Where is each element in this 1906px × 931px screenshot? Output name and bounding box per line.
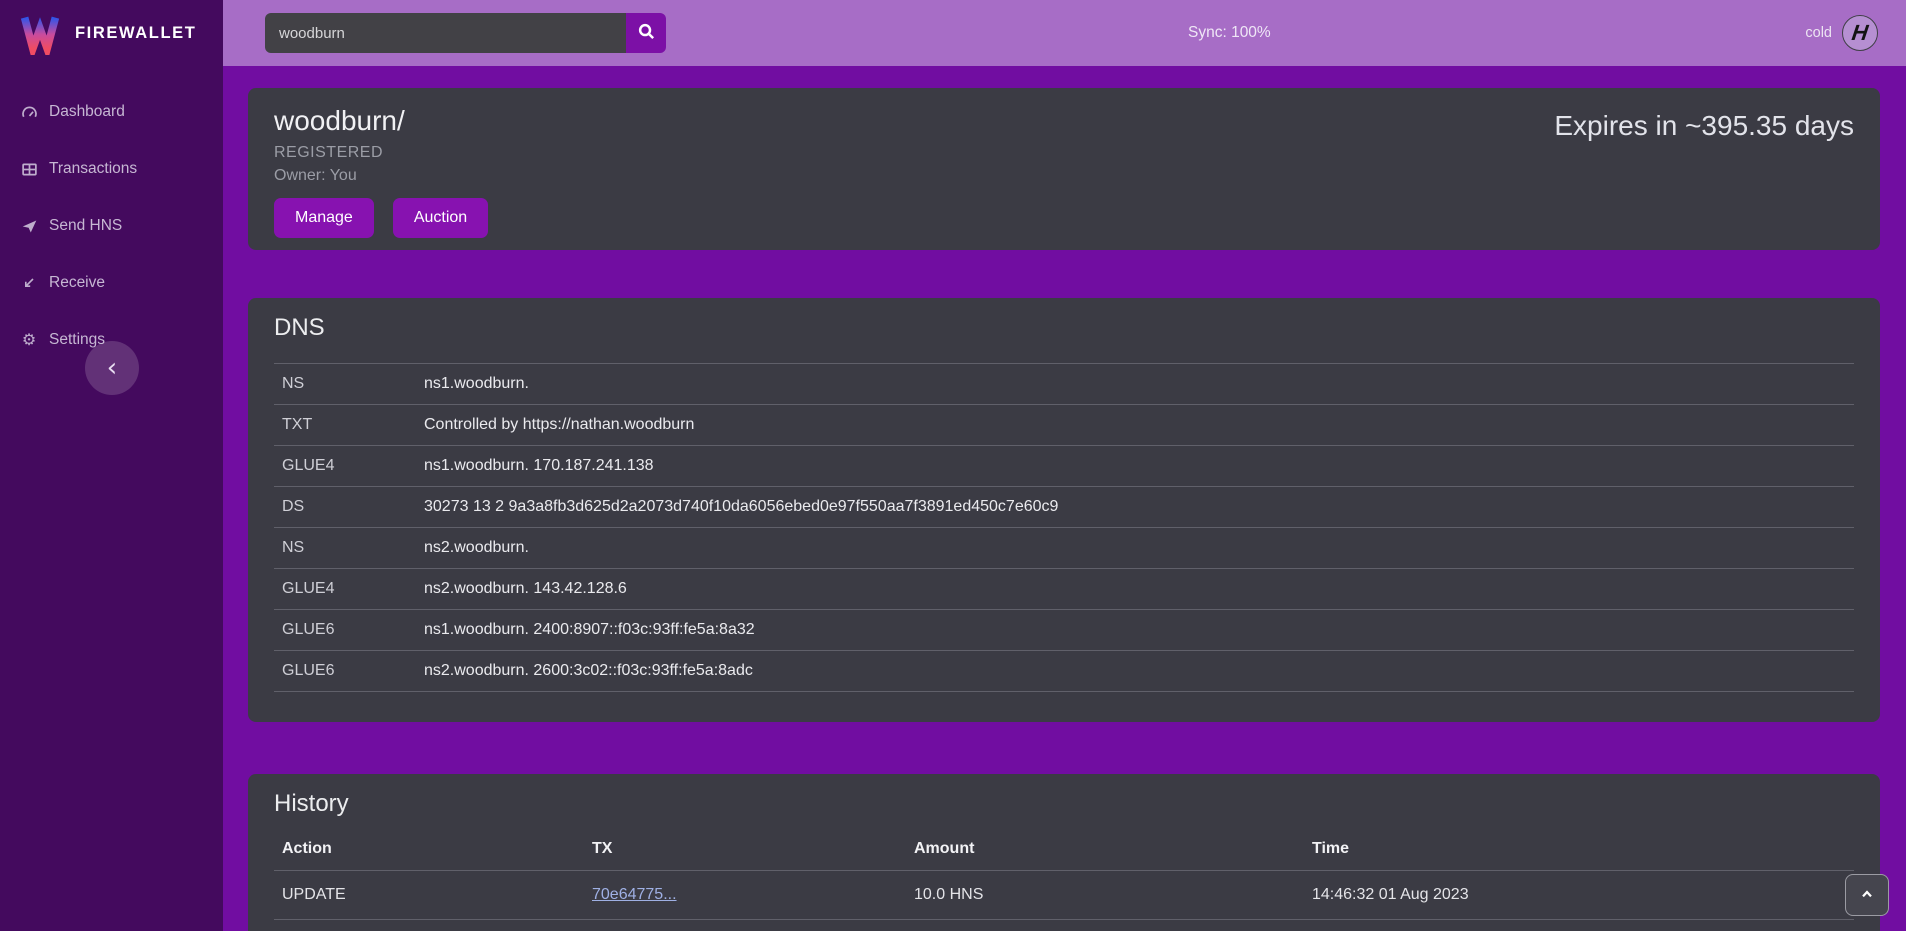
dns-record-value: ns2.woodburn. 2600:3c02::f03c:93ff:fe5a:…	[424, 661, 1846, 681]
history-action: UPDATE	[282, 886, 592, 904]
brand[interactable]: FIREWALLET	[0, 0, 223, 66]
dns-record-type: GLUE6	[282, 661, 424, 681]
domain-actions: Manage Auction	[274, 198, 1854, 238]
wallet-group: cold H	[1805, 0, 1878, 66]
dns-card: DNS NS ns1.woodburn. TXT Controlled by h…	[248, 298, 1880, 722]
sidebar-item-label: Dashboard	[49, 103, 125, 121]
table-grid-icon	[20, 160, 38, 178]
sidebar-item-send-hns[interactable]: Send HNS	[0, 202, 223, 250]
tx-link[interactable]: 70e64775...	[592, 886, 677, 903]
paper-plane-icon	[20, 217, 38, 235]
dns-record-row: GLUE6 ns2.woodburn. 2600:3c02::f03c:93ff…	[274, 650, 1854, 691]
dns-section-title: DNS	[274, 314, 1854, 342]
dns-record-value: ns2.woodburn.	[424, 538, 1846, 558]
sidebar-nav: Dashboard Transactions Send HNS	[0, 88, 223, 364]
main-content: woodburn/ REGISTERED Owner: You Expires …	[223, 66, 1906, 931]
history-time: 14:46:32 01 Aug 2023	[1312, 886, 1846, 904]
domain-card: woodburn/ REGISTERED Owner: You Expires …	[248, 88, 1880, 250]
dns-record-type: NS	[282, 374, 424, 394]
dns-record-row: GLUE4 ns2.woodburn. 143.42.128.6	[274, 568, 1854, 609]
dns-record-type: GLUE4	[282, 456, 424, 476]
wallet-name: cold	[1805, 25, 1832, 41]
dns-record-row: TXT Controlled by https://nathan.woodbur…	[274, 404, 1854, 445]
history-row: UPDATE 70e64775... 10.0 HNS 14:46:32 01 …	[274, 871, 1854, 920]
sidebar-item-transactions[interactable]: Transactions	[0, 145, 223, 193]
dns-record-value: ns2.woodburn. 143.42.128.6	[424, 579, 1846, 599]
auction-button[interactable]: Auction	[393, 198, 488, 238]
history-header-row: Action TX Amount Time	[274, 832, 1854, 871]
dns-record-value: ns1.woodburn.	[424, 374, 1846, 394]
dns-record-value: 30273 13 2 9a3a8fb3d625d2a2073d740f10da6…	[424, 497, 1846, 517]
dns-record-row: DS 30273 13 2 9a3a8fb3d625d2a2073d740f10…	[274, 486, 1854, 527]
search-group	[265, 13, 666, 53]
dns-record-type: GLUE6	[282, 620, 424, 640]
history-row: RENEW d73c8e4... 10.0 HNS 15:47:06 07 Fe…	[274, 920, 1854, 931]
history-table: Action TX Amount Time UPDATE 70e64775...…	[274, 832, 1854, 931]
handshake-h-glyph: H	[1851, 22, 1870, 44]
sync-status: Sync: 100%	[1188, 0, 1271, 66]
history-col-amount: Amount	[914, 840, 1312, 858]
dns-table: NS ns1.woodburn. TXT Controlled by https…	[274, 363, 1854, 692]
sidebar-item-label: Receive	[49, 274, 105, 292]
search-button[interactable]	[626, 13, 666, 53]
topbar: Sync: 100% cold H	[223, 0, 1906, 66]
sidebar: FIREWALLET Dashboard Transactions	[0, 0, 223, 931]
sidebar-item-receive[interactable]: Receive	[0, 259, 223, 307]
dns-record-value: ns1.woodburn. 2400:8907::f03c:93ff:fe5a:…	[424, 620, 1846, 640]
arrow-down-left-icon	[20, 274, 38, 292]
dns-record-type: GLUE4	[282, 579, 424, 599]
dns-record-row: GLUE4 ns1.woodburn. 170.187.241.138	[274, 445, 1854, 486]
firewallet-logo-icon	[18, 11, 62, 55]
history-amount: 10.0 HNS	[914, 886, 1312, 904]
sidebar-collapse-button[interactable]: ‹	[85, 341, 139, 395]
magnifier-icon	[637, 22, 656, 44]
manage-button[interactable]: Manage	[274, 198, 374, 238]
dns-record-type: TXT	[282, 415, 424, 435]
search-input[interactable]	[265, 13, 626, 53]
history-col-tx: TX	[592, 840, 914, 858]
dns-record-value: ns1.woodburn. 170.187.241.138	[424, 456, 1846, 476]
gear-icon: ⚙	[20, 331, 38, 349]
dns-record-value: Controlled by https://nathan.woodburn	[424, 415, 1846, 435]
domain-status: REGISTERED	[274, 144, 1854, 162]
handshake-logo-icon[interactable]: H	[1842, 15, 1878, 51]
chevron-up-icon	[1859, 886, 1875, 905]
brand-name: FIREWALLET	[75, 24, 196, 43]
domain-expires: Expires in ~395.35 days	[1554, 110, 1854, 142]
history-col-time: Time	[1312, 840, 1846, 858]
history-col-action: Action	[282, 840, 592, 858]
dns-record-row: GLUE6 ns1.woodburn. 2400:8907::f03c:93ff…	[274, 609, 1854, 650]
dns-record-type: DS	[282, 497, 424, 517]
dns-record-type: NS	[282, 538, 424, 558]
history-section-title: History	[274, 790, 1854, 818]
dns-record-row: NS ns1.woodburn.	[274, 363, 1854, 404]
scroll-to-top-button[interactable]	[1845, 874, 1889, 916]
sidebar-item-label: Transactions	[49, 160, 137, 178]
sidebar-item-dashboard[interactable]: Dashboard	[0, 88, 223, 136]
domain-owner: Owner: You	[274, 167, 1854, 185]
history-card: History Action TX Amount Time UPDATE 70e…	[248, 774, 1880, 931]
gauge-icon	[20, 103, 38, 121]
dns-record-row: NS ns2.woodburn.	[274, 527, 1854, 568]
sidebar-item-label: Send HNS	[49, 217, 122, 235]
